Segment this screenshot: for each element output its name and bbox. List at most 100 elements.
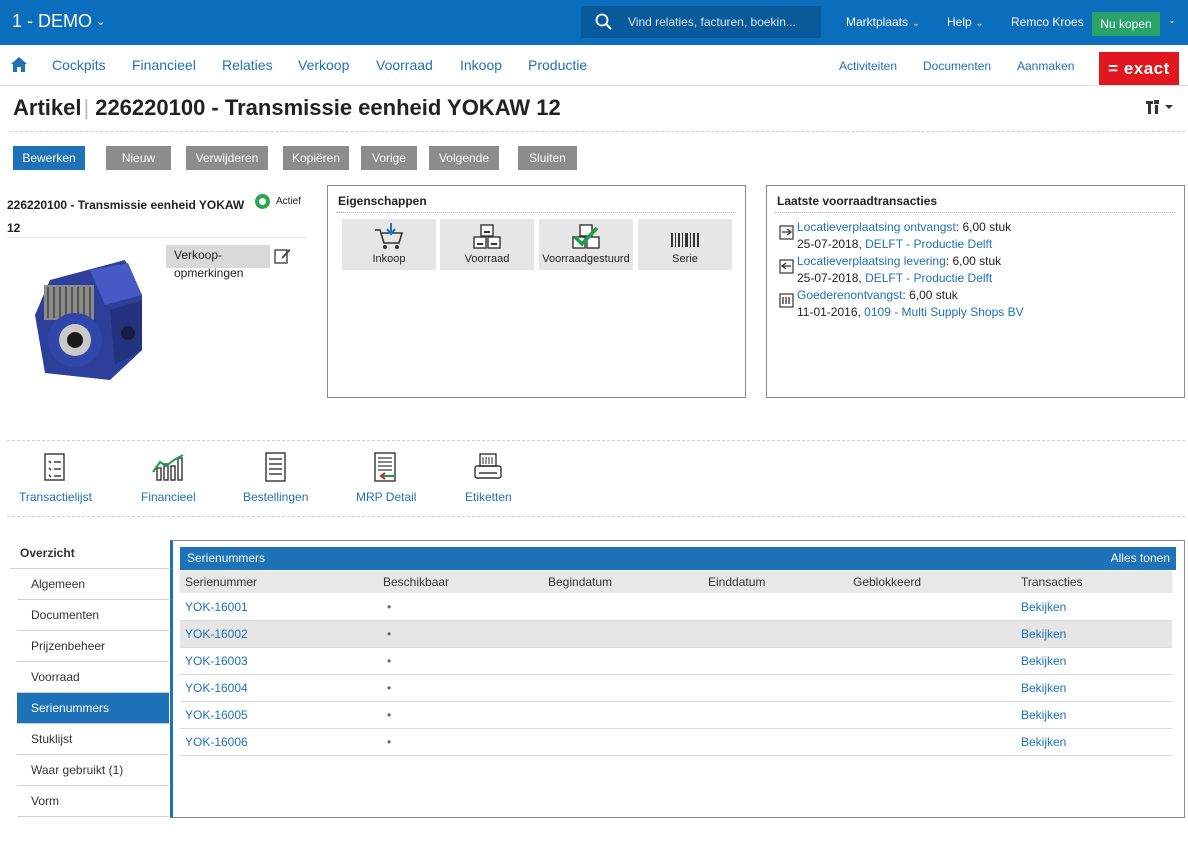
view-transactions-link[interactable]: Bekijken xyxy=(1021,729,1066,756)
delete-button[interactable]: Verwijderen xyxy=(186,146,268,170)
view-transactions-link[interactable]: Bekijken xyxy=(1021,594,1066,621)
shortcut-financieel[interactable]: Financieel xyxy=(141,452,196,504)
divider xyxy=(10,131,1185,132)
transaction-type-link[interactable]: Goederenontvangst xyxy=(797,288,902,302)
transaction-detail: 25-07-2018, DELFT - Productie Delft xyxy=(797,237,993,251)
previous-button[interactable]: Vorige xyxy=(361,146,417,170)
transfer-receive-icon xyxy=(779,225,794,240)
property-serie[interactable]: Serie xyxy=(638,219,732,270)
nav-documenten[interactable]: Documenten xyxy=(923,59,991,73)
company-selector[interactable]: 1 - DEMO ⌄ xyxy=(12,11,105,32)
transaction-ref-link[interactable]: DELFT - Productie Delft xyxy=(865,237,992,251)
nav-voorraad[interactable]: Voorraad xyxy=(376,57,433,73)
sidemenu-item-algemeen[interactable]: Algemeen xyxy=(17,569,169,600)
nav-verkoop[interactable]: Verkoop xyxy=(298,57,349,73)
search-placeholder: Vind relaties, facturen, boekin... xyxy=(628,15,796,29)
sidemenu-item-stuklijst[interactable]: Stuklijst xyxy=(17,724,169,755)
divider xyxy=(775,212,1175,213)
nav-relaties[interactable]: Relaties xyxy=(222,57,273,73)
view-transactions-link[interactable]: Bekijken xyxy=(1021,648,1066,675)
home-icon[interactable] xyxy=(10,56,28,73)
sidemenu-item-serienummers[interactable]: Serienummers xyxy=(17,693,169,724)
view-transactions-link[interactable]: Bekijken xyxy=(1021,621,1066,648)
user-name[interactable]: Remco Kroes xyxy=(1011,15,1084,29)
close-button[interactable]: Sluiten xyxy=(518,146,577,170)
nav-inkoop[interactable]: Inkoop xyxy=(460,57,502,73)
serial-link[interactable]: YOK-16001 xyxy=(185,594,248,621)
column-transacties[interactable]: Transacties xyxy=(1021,571,1083,593)
chevron-down-icon[interactable]: ⌄ xyxy=(1168,15,1176,26)
marketplace-menu[interactable]: Marktplaats ⌄ xyxy=(846,15,920,29)
new-button[interactable]: Nieuw xyxy=(106,146,171,170)
tools-icon[interactable] xyxy=(1146,99,1174,115)
properties-title: Eigenschappen xyxy=(338,194,427,208)
checklist-icon xyxy=(44,453,66,481)
sidemenu-item-prijzenbeheer[interactable]: Prijzenbeheer xyxy=(17,631,169,662)
property-label: Serie xyxy=(672,253,698,265)
view-transactions-link[interactable]: Bekijken xyxy=(1021,675,1066,702)
property-voorraadgestuurd[interactable]: Voorraadgestuurd xyxy=(539,219,633,270)
sidemenu-item-waar-gebruikt[interactable]: Waar gebruikt (1) xyxy=(17,755,169,786)
column-einddatum[interactable]: Einddatum xyxy=(708,571,765,593)
next-button[interactable]: Volgende xyxy=(429,146,499,170)
top-bar: 1 - DEMO ⌄ Vind relaties, facturen, boeki… xyxy=(0,0,1188,45)
divider xyxy=(7,516,1185,517)
marketplace-label: Marktplaats xyxy=(846,15,909,29)
property-label: Inkoop xyxy=(372,253,406,265)
shortcut-label: MRP Detail xyxy=(356,490,417,504)
copy-button[interactable]: Kopiëren xyxy=(283,146,349,170)
view-transactions-link[interactable]: Bekijken xyxy=(1021,702,1066,729)
nav-productie[interactable]: Productie xyxy=(528,57,587,73)
serial-link[interactable]: YOK-16004 xyxy=(185,675,248,702)
serial-link[interactable]: YOK-16005 xyxy=(185,702,248,729)
sidemenu-header[interactable]: Overzicht xyxy=(10,538,169,569)
serial-link[interactable]: YOK-16002 xyxy=(185,621,248,648)
show-all-link[interactable]: Alles tonen xyxy=(1111,547,1170,570)
available-indicator: • xyxy=(387,681,392,695)
transactions-title: Laatste voorraadtransacties xyxy=(777,194,938,208)
nav-aanmaken[interactable]: Aanmaken xyxy=(1017,59,1074,73)
shortcut-etiketten[interactable]: Etiketten xyxy=(465,452,512,504)
buy-now-button[interactable]: Nu kopen xyxy=(1092,12,1160,36)
search-box[interactable]: Vind relaties, facturen, boekin... xyxy=(581,6,821,38)
shortcut-label: Bestellingen xyxy=(243,490,309,504)
transaction-type-link[interactable]: Locatieverplaatsing levering xyxy=(797,254,946,268)
sidemenu-item-voorraad[interactable]: Voorraad xyxy=(17,662,169,693)
transaction-ref-link[interactable]: DELFT - Productie Delft xyxy=(865,271,992,285)
nav-activiteiten[interactable]: Activiteiten xyxy=(839,59,897,73)
column-geblokkeerd[interactable]: Geblokkeerd xyxy=(853,571,921,593)
transaction-ref-link[interactable]: 0109 - Multi Supply Shops BV xyxy=(864,305,1023,319)
available-indicator: • xyxy=(387,600,392,614)
sidemenu-item-documenten[interactable]: Documenten xyxy=(17,600,169,631)
column-beschikbaar[interactable]: Beschikbaar xyxy=(383,571,449,593)
serial-link[interactable]: YOK-16003 xyxy=(185,648,248,675)
orders-document-icon xyxy=(264,452,286,482)
nav-cockpits[interactable]: Cockpits xyxy=(52,57,106,73)
help-menu[interactable]: Help ⌄ xyxy=(947,15,983,29)
sales-remarks-button[interactable]: Verkoop- xyxy=(166,245,270,268)
sales-remarks-label-2: opmerkingen xyxy=(174,266,244,280)
property-inkoop[interactable]: Inkoop xyxy=(342,219,436,270)
article-name: 226220100 - Transmissie eenheid YOKAW 12 xyxy=(7,198,245,235)
exact-logo: = exact xyxy=(1099,52,1179,85)
chevron-down-icon: ⌄ xyxy=(975,18,984,28)
table-row: YOK-16005 • Bekijken xyxy=(180,702,1172,729)
available-indicator: • xyxy=(387,654,392,668)
properties-panel: Eigenschappen xyxy=(327,185,746,398)
serial-numbers-title: Serienummers xyxy=(187,551,266,565)
property-voorraad[interactable]: Voorraad xyxy=(440,219,534,270)
serial-link[interactable]: YOK-16006 xyxy=(185,729,248,756)
shortcut-bestellingen[interactable]: Bestellingen xyxy=(243,452,308,504)
table-row: YOK-16004 • Bekijken xyxy=(180,675,1172,702)
mrp-detail-icon xyxy=(374,452,396,482)
edit-note-icon[interactable] xyxy=(274,247,291,264)
nav-financieel[interactable]: Financieel xyxy=(132,57,196,73)
column-serienummer[interactable]: Serienummer xyxy=(185,571,257,593)
shortcut-mrp-detail[interactable]: MRP Detail xyxy=(356,452,416,504)
transaction-type-link[interactable]: Locatieverplaatsing ontvangst xyxy=(797,220,956,234)
edit-button[interactable]: Bewerken xyxy=(13,146,85,170)
column-begindatum[interactable]: Begindatum xyxy=(548,571,612,593)
shortcut-transactielijst[interactable]: Transactielijst xyxy=(19,452,92,504)
sidemenu-item-vorm[interactable]: Vorm xyxy=(17,786,169,817)
transaction-item: Goederenontvangst: 6,00 stuk xyxy=(797,288,958,302)
